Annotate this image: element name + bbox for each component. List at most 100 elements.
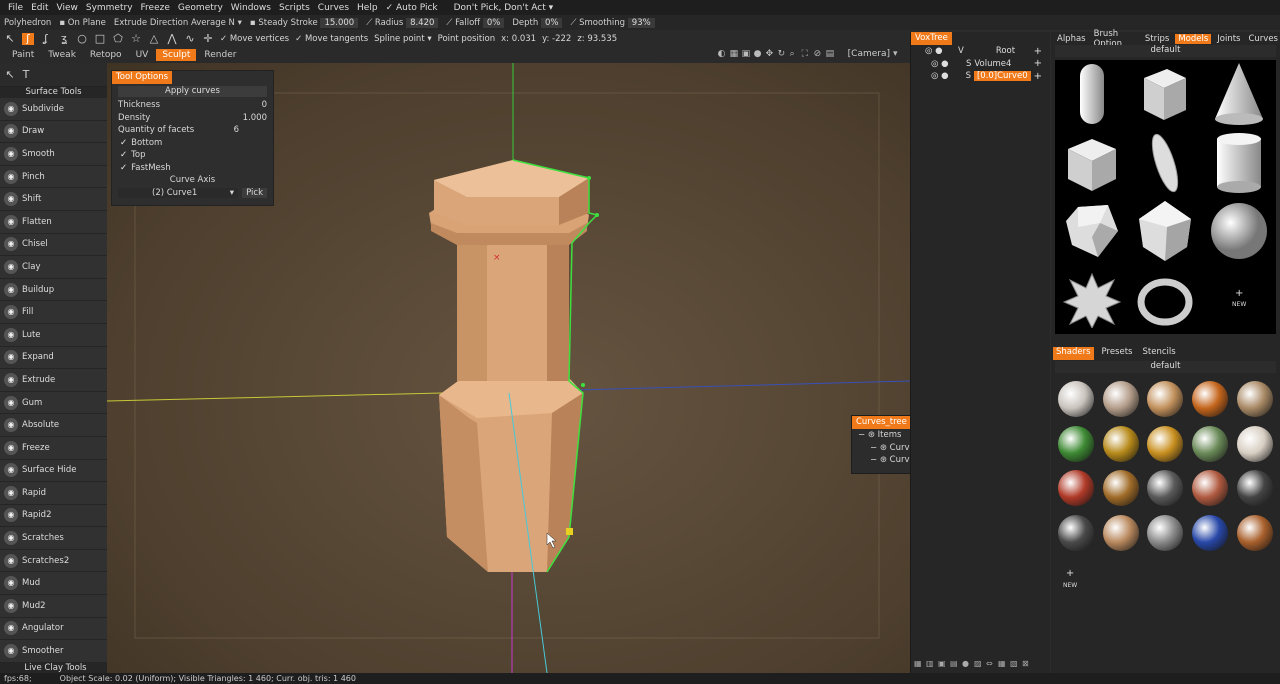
shader-swatch[interactable]: [1100, 423, 1143, 466]
voxtree-item-root[interactable]: ◎ ● V Root +: [911, 45, 1050, 58]
tab-joints[interactable]: Joints: [1215, 34, 1242, 44]
pick-button[interactable]: Pick: [242, 187, 267, 198]
tool-absolute[interactable]: ◉ Absolute: [0, 414, 107, 437]
radius-field[interactable]: ⟋ Radius 8.420: [366, 17, 439, 28]
sphere-icon[interactable]: ●: [754, 49, 763, 59]
tab-retopo[interactable]: Retopo: [84, 49, 128, 61]
tool-clay[interactable]: ◉ Clay: [0, 256, 107, 279]
trash-icon[interactable]: ▥: [926, 659, 935, 668]
bottom-checkbox[interactable]: ✓ Bottom: [112, 137, 273, 150]
pointer-icon[interactable]: ↖: [4, 68, 16, 81]
models-preset-dropdown[interactable]: default: [1055, 45, 1276, 57]
shader-swatch[interactable]: [1233, 467, 1276, 510]
spiral-icon[interactable]: ʓ: [58, 32, 70, 45]
top-checkbox[interactable]: ✓ Top: [112, 149, 273, 162]
shader-swatch[interactable]: [1144, 378, 1187, 421]
shader-swatch[interactable]: [1100, 378, 1143, 421]
square-icon[interactable]: □: [94, 32, 106, 45]
hide-icon[interactable]: ⊘: [814, 49, 823, 59]
save-icon[interactable]: ▧: [1010, 659, 1019, 668]
menu-windows[interactable]: Windows: [227, 3, 275, 13]
tab-uv[interactable]: UV: [130, 49, 155, 61]
tab-shaders[interactable]: Shaders: [1053, 347, 1094, 360]
curve-point[interactable]: [587, 176, 591, 180]
depth-field[interactable]: Depth 0%: [512, 17, 563, 28]
z-field[interactable]: z: 93.535: [577, 34, 617, 44]
curve-point[interactable]: [595, 213, 599, 217]
voxtree-item-curve0[interactable]: ◎ ● S [0.0]Curve0 +: [911, 70, 1050, 83]
tool-chisel[interactable]: ◉ Chisel: [0, 233, 107, 257]
apply-curves-button[interactable]: Apply curves: [118, 86, 267, 97]
curve-axis-dropdown[interactable]: (2) Curve1 ▾: [118, 187, 238, 198]
model-capsule[interactable]: [1055, 60, 1129, 129]
shader-swatch[interactable]: [1144, 512, 1187, 555]
curve-point[interactable]: [581, 383, 585, 387]
tool-smooth[interactable]: ◉ Smooth: [0, 143, 107, 166]
shader-swatch[interactable]: [1055, 378, 1098, 421]
shader-swatch[interactable]: [1233, 512, 1276, 555]
move-tangents-checkbox[interactable]: ✓ Move tangents: [295, 34, 368, 44]
tab-stencils[interactable]: Stencils: [1140, 347, 1177, 360]
tool-mud2[interactable]: ◉ Mud2: [0, 595, 107, 618]
tab-sculpt[interactable]: Sculpt: [156, 49, 197, 61]
cross-icon[interactable]: ✛: [202, 32, 214, 45]
menu-geometry[interactable]: Geometry: [174, 3, 227, 13]
new-shader-button[interactable]: + NEW: [1063, 568, 1077, 590]
model-dodecahedron[interactable]: [1055, 197, 1129, 266]
curve-pen-icon[interactable]: ʃ: [22, 32, 34, 45]
tool-smoother[interactable]: ◉ Smoother: [0, 640, 107, 663]
on-plane-checkbox[interactable]: ▪ On Plane: [59, 18, 106, 28]
menu-edit[interactable]: Edit: [27, 3, 52, 13]
shader-swatch[interactable]: [1055, 467, 1098, 510]
tool-draw[interactable]: ◉ Draw: [0, 120, 107, 144]
tool-angulator[interactable]: ◉ Angulator: [0, 617, 107, 641]
shader-swatch[interactable]: [1100, 512, 1143, 555]
tool-rapid[interactable]: ◉ Rapid: [0, 482, 107, 505]
visibility-icon[interactable]: ◎ ●: [911, 59, 963, 69]
tool-scratches2[interactable]: ◉ Scratches2: [0, 549, 107, 573]
shader-swatch[interactable]: [1189, 512, 1232, 555]
tool-buildup[interactable]: ◉ Buildup: [0, 278, 107, 302]
display-icon[interactable]: ▨: [974, 659, 983, 668]
tool-fill[interactable]: ◉ Fill: [0, 301, 107, 324]
star-icon[interactable]: ☆: [130, 32, 142, 45]
tool-expand[interactable]: ◉ Expand: [0, 346, 107, 370]
tool-scratches[interactable]: ◉ Scratches: [0, 527, 107, 550]
facets-field[interactable]: Quantity of facets 6: [112, 124, 273, 137]
tool-surface-hide[interactable]: ◉ Surface Hide: [0, 459, 107, 483]
circle-icon[interactable]: ○: [76, 32, 88, 45]
model-gear-disk[interactable]: [1129, 129, 1203, 198]
grid-icon[interactable]: ▦: [730, 49, 739, 59]
tool-mud[interactable]: ◉ Mud: [0, 572, 107, 596]
shader-swatch[interactable]: [1100, 467, 1143, 510]
tool-extrude[interactable]: ◉ Extrude: [0, 369, 107, 392]
move-vertices-checkbox[interactable]: ✓ Move vertices: [220, 34, 289, 44]
menu-view[interactable]: View: [53, 3, 82, 13]
y-field[interactable]: y: -222: [542, 34, 571, 44]
add-icon[interactable]: +: [1034, 58, 1042, 69]
menu-symmetry[interactable]: Symmetry: [82, 3, 137, 13]
frame-icon[interactable]: ⛶: [802, 49, 811, 59]
falloff-field[interactable]: ⟋ Falloff 0%: [446, 17, 505, 28]
x-field[interactable]: x: 0.031: [501, 34, 536, 44]
fastmesh-checkbox[interactable]: ✓ FastMesh: [112, 162, 273, 175]
menu-help[interactable]: Help: [353, 3, 382, 13]
tool-rapid2[interactable]: ◉ Rapid2: [0, 504, 107, 528]
tool-lute[interactable]: ◉ Lute: [0, 323, 107, 347]
shader-swatch[interactable]: [1055, 512, 1098, 555]
shader-swatch[interactable]: [1189, 378, 1232, 421]
copy-icon[interactable]: ▣: [938, 659, 947, 668]
wave-icon[interactable]: ∿: [184, 32, 196, 45]
triangle-icon[interactable]: △: [148, 32, 160, 45]
model-spiky-ball[interactable]: [1055, 266, 1129, 335]
layer-icon[interactable]: ▤: [950, 659, 959, 668]
visibility-icon[interactable]: ◎ ●: [911, 46, 955, 56]
freehand-curve-icon[interactable]: ʆ: [40, 32, 52, 45]
shader-swatch[interactable]: [1055, 423, 1098, 466]
model-cylinder[interactable]: [1202, 129, 1276, 198]
model-cone[interactable]: [1202, 60, 1276, 129]
camera-icon[interactable]: ▤: [826, 49, 835, 59]
model-rounded-cube[interactable]: [1055, 129, 1129, 198]
pentagon-icon[interactable]: ⬠: [112, 32, 124, 45]
extrude-direction-dropdown[interactable]: Extrude Direction Average N ▾: [114, 18, 242, 28]
